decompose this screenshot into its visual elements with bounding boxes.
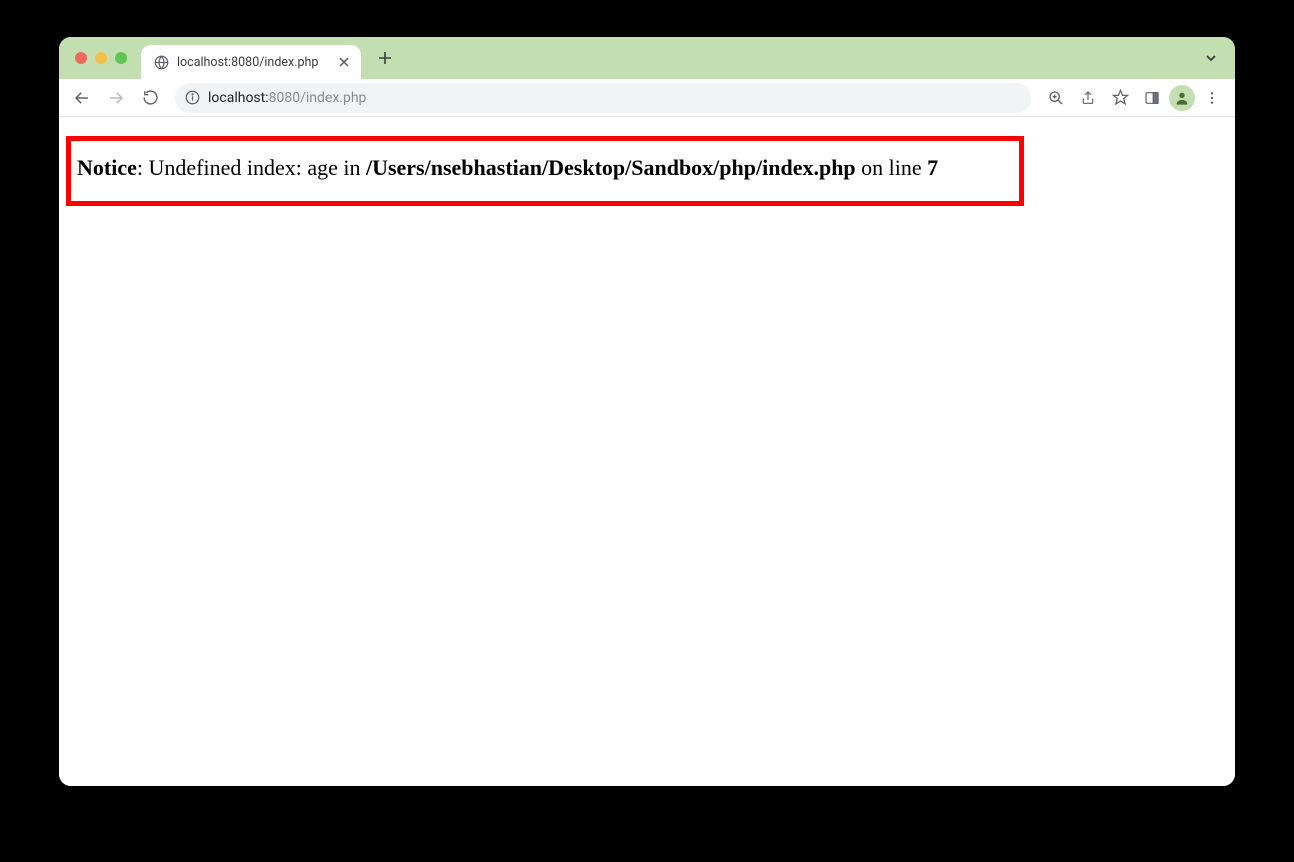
toolbar-right-cluster xyxy=(1041,83,1227,113)
window-close-button[interactable] xyxy=(75,52,87,64)
notice-message-prefix: : Undefined index: age in xyxy=(137,155,366,180)
url-text: localhost:8080/index.php xyxy=(208,90,1021,106)
zoom-icon[interactable] xyxy=(1041,83,1071,113)
url-host: localhost: xyxy=(208,90,269,106)
tab-list-button[interactable] xyxy=(1199,46,1223,70)
notice-line-number: 7 xyxy=(927,155,938,180)
browser-window: localhost:8080/index.php xyxy=(59,37,1235,786)
globe-icon xyxy=(153,54,169,70)
back-button[interactable] xyxy=(67,83,97,113)
bookmark-icon[interactable] xyxy=(1105,83,1135,113)
window-controls xyxy=(59,52,127,64)
notice-on-line-text: on line xyxy=(856,155,928,180)
address-bar[interactable]: localhost:8080/index.php xyxy=(175,83,1031,113)
window-minimize-button[interactable] xyxy=(95,52,107,64)
page-content: Notice: Undefined index: age in /Users/n… xyxy=(59,117,1235,786)
kebab-menu-icon[interactable] xyxy=(1197,83,1227,113)
tab-title: localhost:8080/index.php xyxy=(177,55,329,70)
site-info-icon[interactable] xyxy=(185,90,200,105)
toolbar: localhost:8080/index.php xyxy=(59,79,1235,117)
share-icon[interactable] xyxy=(1073,83,1103,113)
php-notice-message: Notice: Undefined index: age in /Users/n… xyxy=(77,155,1013,181)
side-panel-icon[interactable] xyxy=(1137,83,1167,113)
tab-bar: localhost:8080/index.php xyxy=(59,37,1235,79)
tab-close-button[interactable] xyxy=(337,55,351,69)
new-tab-button[interactable] xyxy=(371,44,399,72)
browser-tab[interactable]: localhost:8080/index.php xyxy=(141,45,361,79)
window-maximize-button[interactable] xyxy=(115,52,127,64)
profile-avatar[interactable] xyxy=(1169,85,1195,111)
notice-file-path: /Users/nsebhastian/Desktop/Sandbox/php/i… xyxy=(366,155,856,180)
notice-label: Notice xyxy=(77,155,137,180)
forward-button[interactable] xyxy=(101,83,131,113)
url-path: 8080/index.php xyxy=(269,90,367,106)
annotation-highlight-box: Notice: Undefined index: age in /Users/n… xyxy=(66,136,1024,206)
reload-button[interactable] xyxy=(135,83,165,113)
